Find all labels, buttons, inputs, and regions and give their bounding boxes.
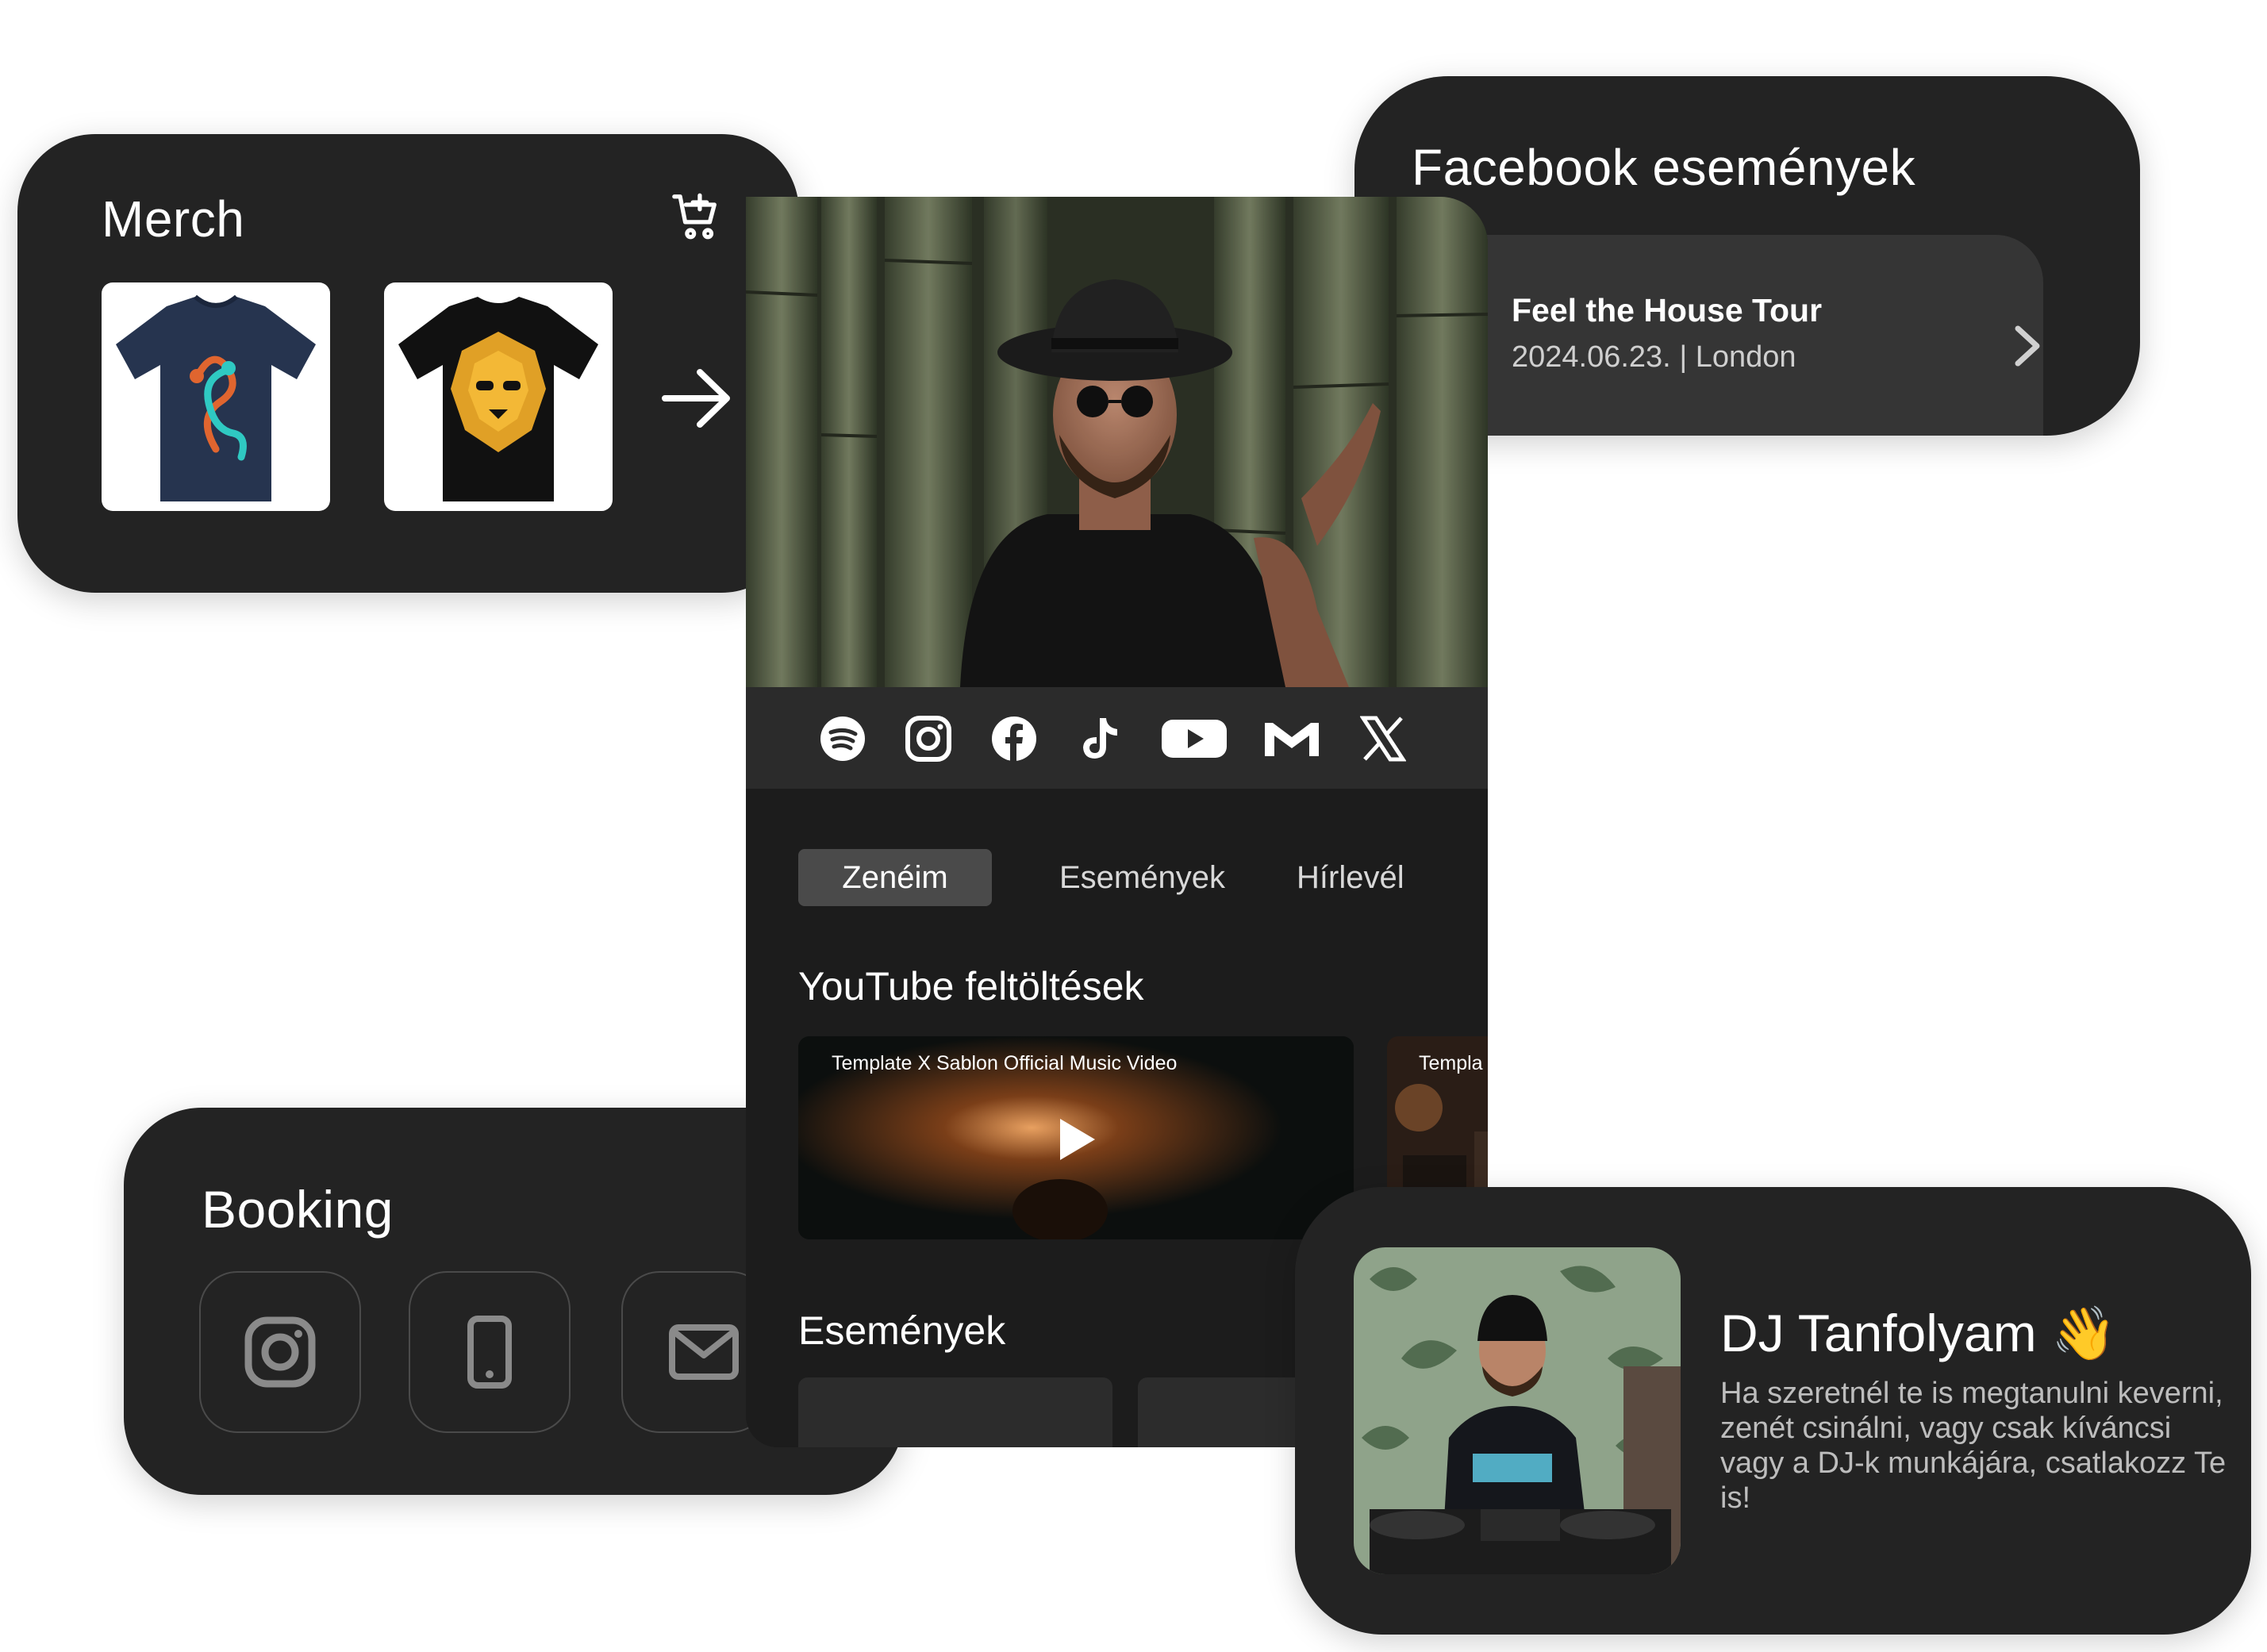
chevron-right-icon[interactable] <box>2010 322 2045 370</box>
dj-course-photo <box>1354 1247 1681 1574</box>
cart-plus-icon[interactable] <box>670 190 725 245</box>
event-date-location: 2024.06.23. | London <box>1512 340 1796 375</box>
facebook-event-item[interactable]: Feel the House Tour 2024.06.23. | London <box>1424 235 2043 436</box>
booking-title: Booking <box>202 1180 394 1239</box>
tab-zeneim[interactable]: Zenéim <box>798 849 992 906</box>
arrow-right-icon[interactable] <box>659 363 735 434</box>
event-title: Feel the House Tour <box>1512 292 1823 328</box>
social-links-bar <box>746 687 1488 789</box>
dj-course-title: DJ Tanfolyam 👋 <box>1720 1304 2117 1362</box>
gmail-icon[interactable] <box>1262 711 1322 766</box>
facebook-icon[interactable] <box>990 711 1038 766</box>
event-card[interactable] <box>798 1377 1112 1447</box>
tshirt-lion-image <box>398 297 598 501</box>
x-icon[interactable] <box>1360 711 1406 766</box>
play-icon[interactable] <box>1057 1116 1098 1163</box>
booking-instagram-button[interactable] <box>199 1271 361 1433</box>
spotify-icon[interactable] <box>819 711 866 766</box>
dj-course-description: Ha szeretnél te is megtanulni keverni, z… <box>1720 1377 2227 1515</box>
youtube-section-title: YouTube feltöltések <box>798 964 1144 1008</box>
event-date: 2024.06.23. <box>1512 340 1671 374</box>
tshirt-navy-image <box>116 294 316 501</box>
tiktok-icon[interactable] <box>1078 711 1120 766</box>
youtube-icon[interactable] <box>1160 711 1228 766</box>
event-location: London <box>1695 340 1796 374</box>
video-caption: Templa <box>1419 1052 1483 1074</box>
dj-course-card[interactable]: DJ Tanfolyam 👋 Ha szeretnél te is megtan… <box>1295 1187 2251 1635</box>
tab-esemenyek[interactable]: Események <box>1059 849 1225 906</box>
booking-phone-button[interactable] <box>409 1271 571 1433</box>
merch-card: Merch <box>17 134 799 593</box>
video-caption: Template X Sablon Official Music Video <box>832 1052 1178 1074</box>
events-section-title: Események <box>798 1308 1006 1353</box>
tab-hirlevel[interactable]: Hírlevél <box>1297 849 1404 906</box>
mail-icon <box>669 1324 739 1380</box>
event-separator: | <box>1679 340 1688 374</box>
merch-title: Merch <box>102 190 245 248</box>
artist-hero-photo <box>746 197 1488 687</box>
youtube-video-card[interactable]: Template X Sablon Official Music Video <box>798 1036 1354 1239</box>
facebook-events-title: Facebook események <box>1412 139 1916 196</box>
merch-item-black-lion-shirt[interactable] <box>384 282 613 511</box>
instagram-icon[interactable] <box>905 711 952 766</box>
merch-item-navy-shirt[interactable] <box>102 282 330 511</box>
phone-icon <box>467 1316 512 1389</box>
instagram-icon <box>244 1316 316 1388</box>
